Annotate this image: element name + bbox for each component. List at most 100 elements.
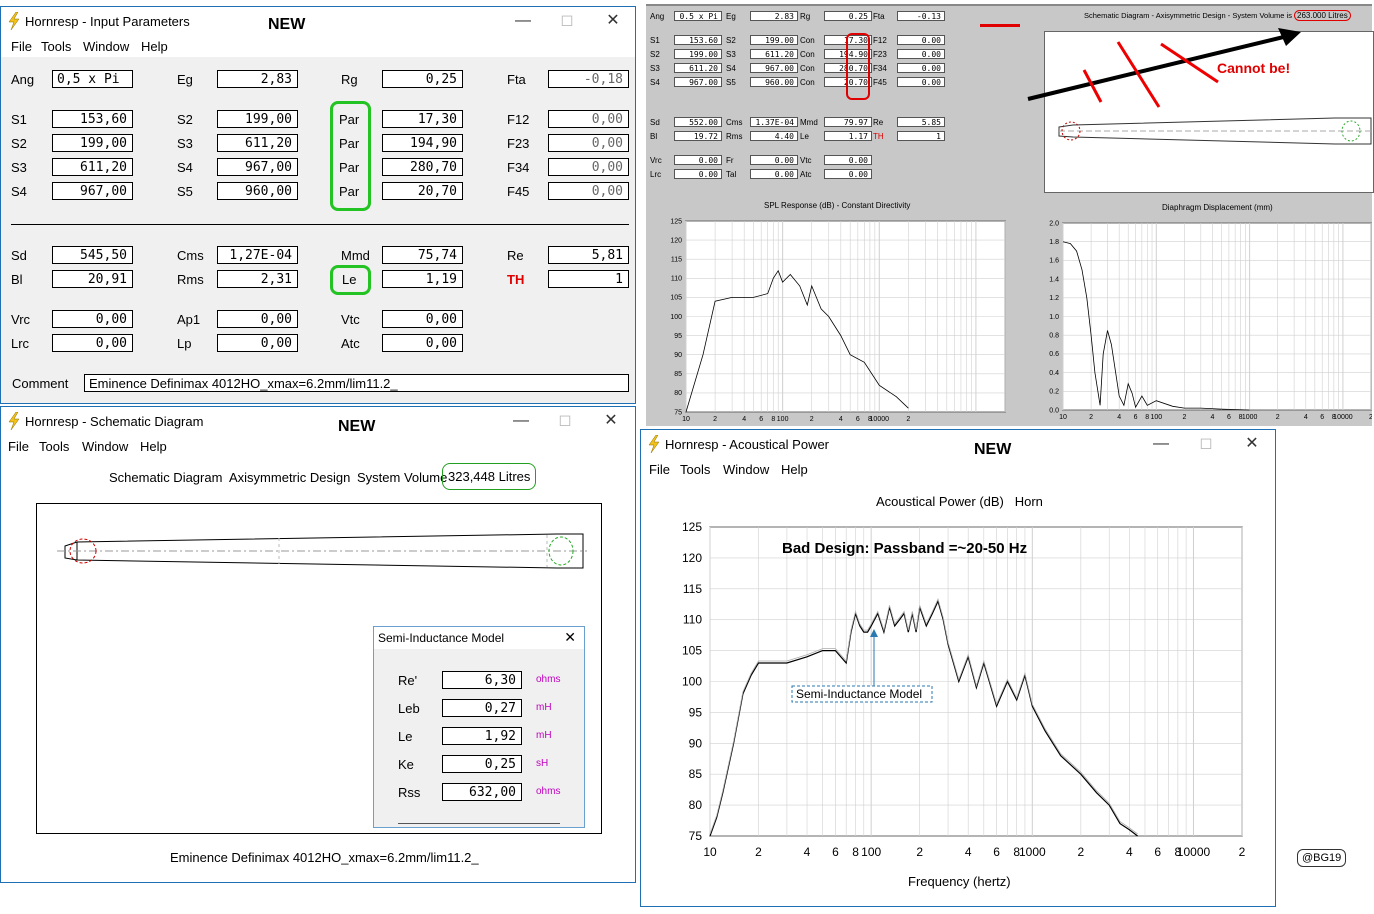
cms-field[interactable]: 1,27E-04 bbox=[217, 246, 298, 264]
atc-field[interactable]: 0,00 bbox=[382, 334, 463, 352]
s-field[interactable]: 199,00 bbox=[217, 110, 298, 128]
x-tick-label: 6 bbox=[1227, 414, 1231, 421]
le-field[interactable]: 1,92 bbox=[442, 727, 522, 745]
maximize-button[interactable]: ◻ bbox=[547, 9, 587, 35]
menu-window[interactable]: Window bbox=[723, 462, 769, 477]
menu-help[interactable]: Help bbox=[140, 439, 167, 454]
title-bar[interactable]: Hornresp - Schematic Diagram NEW — ◻ ✕ bbox=[1, 407, 635, 437]
vrc-field[interactable]: 0,00 bbox=[52, 310, 133, 328]
title-bar[interactable]: Hornresp - Input Parameters NEW — ◻ ✕ bbox=[1, 7, 635, 37]
ref-param-label: Bl bbox=[650, 132, 658, 141]
menu-help[interactable]: Help bbox=[141, 39, 168, 54]
y-tick-label: 0.4 bbox=[1049, 370, 1059, 377]
dialog-title-bar[interactable]: Semi-Inductance Model ✕ bbox=[374, 627, 584, 649]
ref-param-label: Vrc bbox=[650, 156, 662, 165]
maximize-button[interactable]: ◻ bbox=[545, 409, 585, 435]
s-field[interactable]: 611,20 bbox=[52, 158, 133, 176]
x-tick-label: 10 bbox=[1059, 414, 1067, 421]
ref-param-label: Ang bbox=[650, 12, 665, 21]
menu-file[interactable]: File bbox=[8, 439, 29, 454]
ref-param-label: S1 bbox=[650, 36, 660, 45]
dialog-close-button[interactable]: ✕ bbox=[564, 629, 576, 646]
s-field[interactable]: 960,00 bbox=[217, 182, 298, 200]
x-tick-label: 8 bbox=[1145, 414, 1149, 421]
eg-field[interactable]: 2,83 bbox=[217, 70, 298, 88]
x-tick-label: 1000 bbox=[1242, 414, 1258, 421]
menu-file[interactable]: File bbox=[649, 462, 670, 477]
x-tick-label: 2 bbox=[755, 845, 762, 859]
s-field[interactable]: 611,20 bbox=[217, 134, 298, 152]
menu-help[interactable]: Help bbox=[781, 462, 808, 477]
vtc-field[interactable]: 0,00 bbox=[382, 310, 463, 328]
length-field[interactable]: 17,30 bbox=[382, 110, 463, 128]
maximize-button[interactable]: ◻ bbox=[1186, 432, 1226, 458]
length-field[interactable]: 194,90 bbox=[382, 134, 463, 152]
ap1-field[interactable]: 0,00 bbox=[217, 310, 298, 328]
ang-field[interactable]: 0,5 x Pi bbox=[52, 70, 133, 88]
menu-window[interactable]: Window bbox=[83, 39, 129, 54]
length-field[interactable]: 280,70 bbox=[382, 158, 463, 176]
ref-param-label: S4 bbox=[650, 78, 660, 87]
f-field[interactable]: 0,00 bbox=[548, 182, 629, 200]
re-field[interactable]: 5,81 bbox=[548, 246, 629, 264]
minimize-button[interactable]: — bbox=[503, 9, 543, 35]
f-field[interactable]: 0,00 bbox=[548, 134, 629, 152]
ref-param-label: S2 bbox=[650, 50, 660, 59]
x-tick-label: 6 bbox=[1154, 845, 1161, 859]
y-tick-label: 115 bbox=[671, 257, 682, 264]
menu-window[interactable]: Window bbox=[82, 439, 128, 454]
bl-field[interactable]: 20,91 bbox=[52, 270, 133, 288]
ref-param-value: 1 bbox=[897, 131, 945, 141]
menu-tools[interactable]: Tools bbox=[680, 462, 710, 477]
menu-tools[interactable]: Tools bbox=[39, 439, 69, 454]
close-button[interactable]: ✕ bbox=[593, 9, 633, 35]
ref-param-label: S3 bbox=[650, 64, 660, 73]
menu-tools[interactable]: Tools bbox=[41, 39, 71, 54]
ref-param-value: 0.00 bbox=[674, 169, 722, 179]
x-tick-label: 2 bbox=[1089, 414, 1093, 421]
unit: ohms bbox=[536, 786, 561, 797]
title-bar[interactable]: Hornresp - Acoustical Power NEW — ◻ ✕ bbox=[641, 430, 1275, 460]
le-field[interactable]: 1,19 bbox=[382, 270, 463, 288]
x-tick-label: 2 bbox=[916, 845, 923, 859]
menu-file[interactable]: File bbox=[11, 39, 32, 54]
length-field[interactable]: 20,70 bbox=[382, 182, 463, 200]
rg-field[interactable]: 0,25 bbox=[382, 70, 463, 88]
f-field[interactable]: 0,00 bbox=[548, 158, 629, 176]
s-field[interactable]: 199,00 bbox=[52, 134, 133, 152]
dialog-title: Semi-Inductance Model bbox=[378, 631, 505, 645]
x-tick-label: 2 bbox=[1276, 414, 1280, 421]
s-field[interactable]: 967,00 bbox=[52, 182, 133, 200]
ref-param-value: 79.97 bbox=[824, 117, 872, 127]
x-tick-label: 100 bbox=[861, 845, 881, 859]
x-tick-label: 10000 bbox=[870, 416, 890, 423]
sd-field[interactable]: 545,50 bbox=[52, 246, 133, 264]
s-field[interactable]: 153,60 bbox=[52, 110, 133, 128]
minimize-button[interactable]: — bbox=[501, 409, 541, 435]
s-field[interactable]: 967,00 bbox=[217, 158, 298, 176]
lrc-field[interactable]: 0,00 bbox=[52, 334, 133, 352]
ref-param-value: 0.00 bbox=[750, 155, 798, 165]
rss-field[interactable]: 632,00 bbox=[442, 783, 522, 801]
minimize-button[interactable]: — bbox=[1141, 432, 1181, 458]
ke-field[interactable]: 0,25 bbox=[442, 755, 522, 773]
lp-field[interactable]: 0,00 bbox=[217, 334, 298, 352]
fta-field[interactable]: -0,18 bbox=[548, 70, 629, 88]
vtc-label: Vtc bbox=[341, 312, 360, 327]
th-field[interactable]: 1 bbox=[548, 270, 629, 288]
leb-field[interactable]: 0,27 bbox=[442, 699, 522, 717]
close-button[interactable]: ✕ bbox=[591, 409, 631, 435]
close-button[interactable]: ✕ bbox=[1232, 432, 1272, 458]
rss-label: Rss bbox=[398, 785, 421, 800]
x-tick-label: 2 bbox=[1369, 414, 1372, 421]
rms-field[interactable]: 2,31 bbox=[217, 270, 298, 288]
comment-field[interactable]: Eminence Definimax 4012HO_xmax=6.2mm/lim… bbox=[84, 374, 629, 392]
y-tick-label: 1.6 bbox=[1049, 258, 1059, 265]
x-tick-label: 2 bbox=[1239, 845, 1246, 859]
f-field[interactable]: 0,00 bbox=[548, 110, 629, 128]
x-axis-label: Frequency (hertz) bbox=[908, 874, 1011, 889]
mmd-field[interactable]: 75,74 bbox=[382, 246, 463, 264]
ref-param-value: 967.00 bbox=[674, 77, 722, 87]
re-prime-field[interactable]: 6,30 bbox=[442, 671, 522, 689]
fta-underline bbox=[980, 24, 1020, 27]
